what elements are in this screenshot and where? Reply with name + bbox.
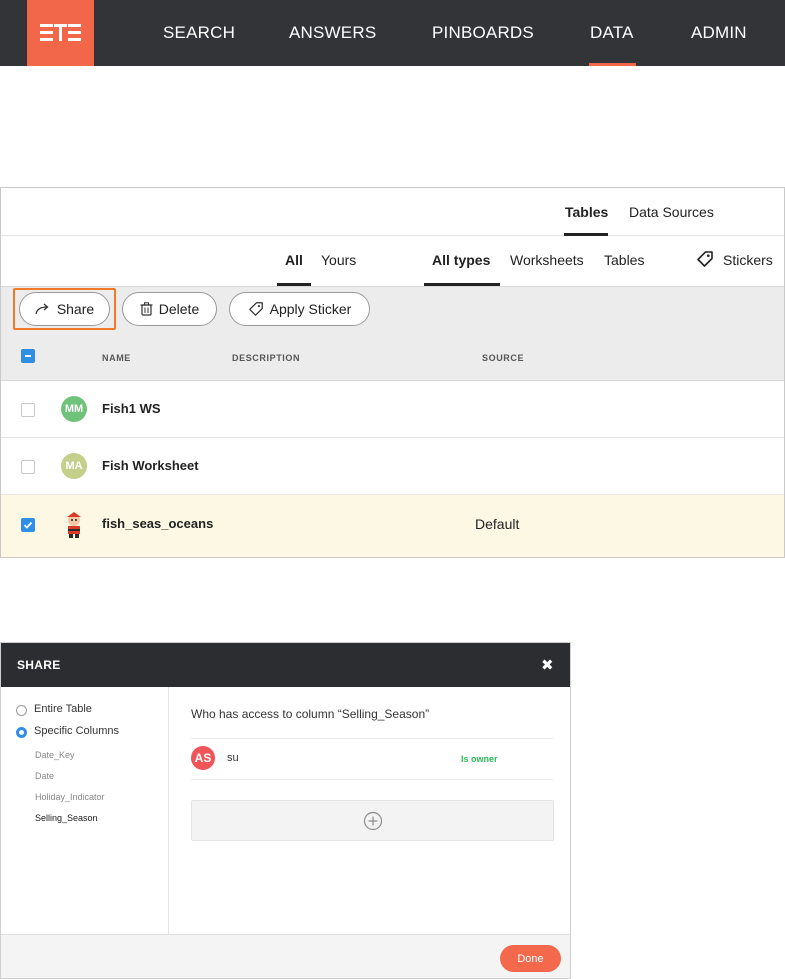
column-option[interactable]: Date_Key — [35, 750, 75, 760]
filter-all-types[interactable]: All types — [432, 252, 490, 268]
delete-button-label: Delete — [158, 301, 200, 317]
top-navigation-bar: SEARCH ANSWERS PINBOARDS DATA ADMIN — [0, 0, 785, 66]
filter-tables[interactable]: Tables — [604, 252, 644, 268]
delete-button[interactable]: Delete — [122, 292, 217, 326]
share-dialog-header: SHARE ✖ — [1, 643, 570, 687]
thoughtspot-logo[interactable] — [27, 0, 94, 66]
select-all-checkbox[interactable] — [21, 349, 35, 363]
filter-yours[interactable]: Yours — [321, 252, 356, 268]
share-dialog-footer: Done — [1, 934, 570, 978]
row-name[interactable]: fish_seas_oceans — [102, 516, 213, 531]
done-button[interactable]: Done — [500, 945, 561, 972]
table-row[interactable]: MM Fish1 WS — [1, 381, 784, 438]
filter-worksheets[interactable]: Worksheets — [510, 252, 584, 268]
plus-circle-icon — [363, 811, 383, 831]
column-option[interactable]: Date — [35, 771, 54, 781]
access-question: Who has access to column “Selling_Season… — [191, 707, 430, 721]
share-dialog: SHARE ✖ Entire Table Specific Columns Da… — [0, 642, 571, 979]
character-avatar-icon — [62, 511, 86, 544]
column-option-selected[interactable]: Selling_Season — [35, 813, 98, 823]
row-checkbox[interactable] — [21, 403, 35, 417]
column-header-description[interactable]: DESCRIPTION — [232, 353, 300, 363]
close-icon[interactable]: ✖ — [541, 656, 554, 674]
nav-pinboards[interactable]: PINBOARDS — [432, 23, 534, 43]
row-name[interactable]: Fish Worksheet — [102, 458, 199, 473]
nav-answers[interactable]: ANSWERS — [289, 23, 376, 43]
column-header-source[interactable]: SOURCE — [482, 353, 524, 363]
column-header-name[interactable]: NAME — [102, 353, 131, 363]
filter-bar: All Yours All types Worksheets Tables St… — [1, 236, 784, 286]
specific-columns-label[interactable]: Specific Columns — [34, 725, 119, 737]
add-user-button[interactable] — [191, 800, 554, 841]
column-option[interactable]: Holiday_Indicator — [35, 792, 105, 802]
row-name[interactable]: Fish1 WS — [102, 401, 161, 416]
specific-columns-radio[interactable] — [16, 727, 27, 738]
entire-table-label[interactable]: Entire Table — [34, 703, 92, 715]
user-avatar: AS — [191, 746, 215, 770]
divider — [191, 738, 553, 739]
divider — [191, 779, 553, 780]
row-source: Default — [475, 516, 520, 532]
apply-sticker-label: Apply Sticker — [269, 301, 352, 317]
avatar: MA — [61, 453, 87, 479]
share-button[interactable]: Share — [19, 292, 110, 326]
trash-icon — [140, 302, 153, 316]
nav-admin[interactable]: ADMIN — [691, 23, 747, 43]
action-toolbar: Share Delete Apply Sticker — [1, 286, 784, 332]
share-dialog-title: SHARE — [17, 658, 61, 672]
filter-all[interactable]: All — [285, 252, 303, 268]
apply-sticker-button[interactable]: Apply Sticker — [229, 292, 370, 326]
share-arrow-icon — [35, 303, 49, 315]
thoughtspot-logo-icon — [40, 24, 81, 41]
user-name: su — [227, 752, 239, 764]
nav-active-indicator — [589, 63, 636, 66]
sticker-tag-icon[interactable] — [696, 250, 714, 273]
stickers-filter[interactable]: Stickers — [723, 252, 773, 268]
share-button-label: Share — [56, 301, 95, 317]
table-row-selected[interactable]: fish_seas_oceans Default — [1, 495, 784, 557]
share-scope-panel: Entire Table Specific Columns Date_Key D… — [1, 687, 169, 934]
data-list-panel: Tables Data Sources All Yours All types … — [0, 187, 785, 558]
tab-data-sources[interactable]: Data Sources — [629, 204, 714, 220]
nav-search[interactable]: SEARCH — [163, 23, 235, 43]
nav-data[interactable]: DATA — [590, 23, 634, 43]
entire-table-radio[interactable] — [16, 705, 27, 716]
row-checkbox[interactable] — [21, 460, 35, 474]
data-tabs: Tables Data Sources — [1, 188, 784, 236]
sticker-icon — [248, 302, 263, 316]
table-header: NAME DESCRIPTION SOURCE — [1, 332, 784, 381]
owner-badge: Is owner — [461, 754, 498, 764]
avatar: MM — [61, 396, 87, 422]
row-checkbox[interactable] — [21, 518, 35, 532]
tab-tables[interactable]: Tables — [565, 204, 608, 220]
table-row[interactable]: MA Fish Worksheet — [1, 438, 784, 495]
